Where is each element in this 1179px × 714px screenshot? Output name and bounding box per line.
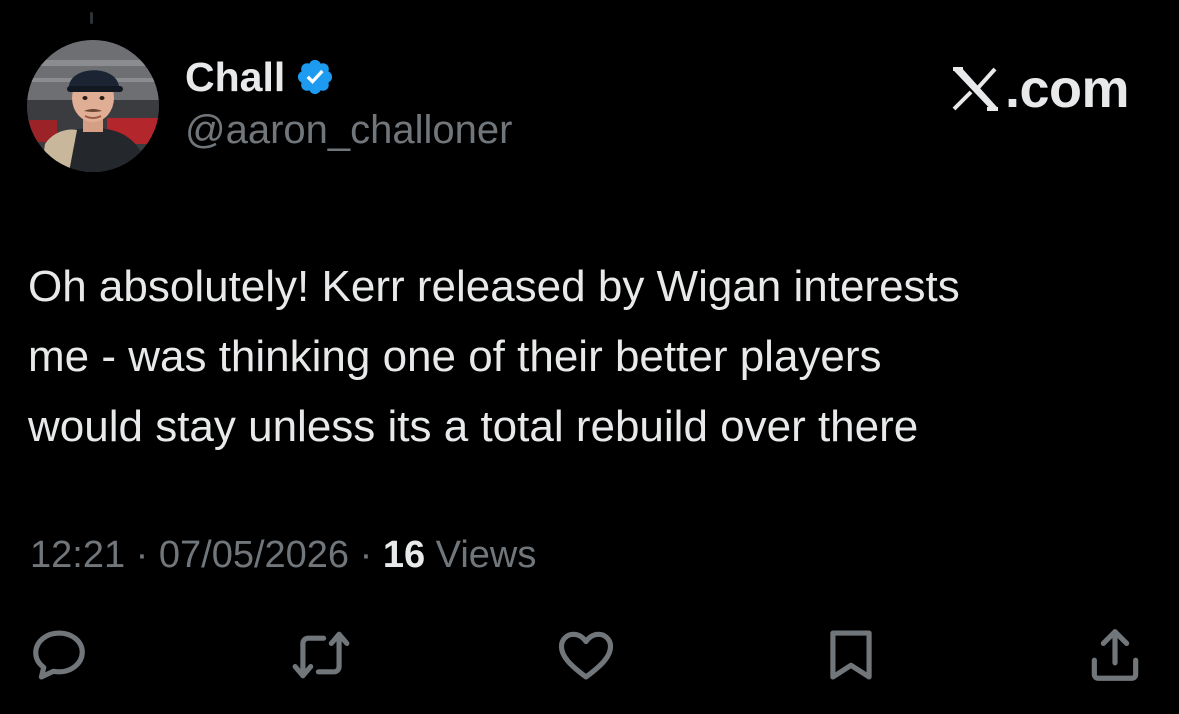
- tweet-meta: 12:21 · 07/05/2026 · 16 Views: [30, 533, 536, 577]
- author-handle[interactable]: @aaron_challoner: [185, 110, 512, 150]
- display-name[interactable]: Chall: [185, 56, 285, 98]
- heart-icon: [558, 631, 614, 680]
- verified-badge-icon: [295, 57, 335, 97]
- meta-separator: ·: [125, 534, 159, 576]
- meta-separator: ·: [349, 534, 383, 576]
- repost-icon: [292, 631, 350, 679]
- share-icon: [1091, 629, 1139, 681]
- avatar-image: [27, 40, 159, 172]
- repost-button[interactable]: [286, 620, 356, 690]
- x-logo-icon: [949, 65, 1001, 113]
- tweet-time[interactable]: 12:21: [30, 534, 125, 576]
- bookmark-button[interactable]: [816, 620, 886, 690]
- action-bar: [0, 620, 1179, 690]
- reply-button[interactable]: [24, 620, 94, 690]
- views-count[interactable]: 16: [383, 534, 425, 576]
- avatar[interactable]: [27, 40, 159, 172]
- brand-watermark: .com: [949, 59, 1130, 119]
- top-divider-tick: [90, 12, 93, 24]
- brand-domain-text: .com: [1004, 59, 1130, 119]
- bookmark-icon: [830, 630, 872, 680]
- tweet-text: Oh absolutely! Kerr released by Wigan in…: [28, 252, 1138, 462]
- tweet-text-line: would stay unless its a total rebuild ov…: [28, 402, 919, 451]
- tweet-date[interactable]: 07/05/2026: [159, 534, 349, 576]
- author-name-row: Chall: [185, 52, 335, 102]
- reply-icon: [33, 630, 85, 680]
- like-button[interactable]: [551, 620, 621, 690]
- tweet-text-line: me - was thinking one of their better pl…: [28, 332, 882, 381]
- views-label[interactable]: Views: [425, 534, 537, 576]
- share-button[interactable]: [1080, 620, 1150, 690]
- tweet-text-line: Oh absolutely! Kerr released by Wigan in…: [28, 262, 960, 311]
